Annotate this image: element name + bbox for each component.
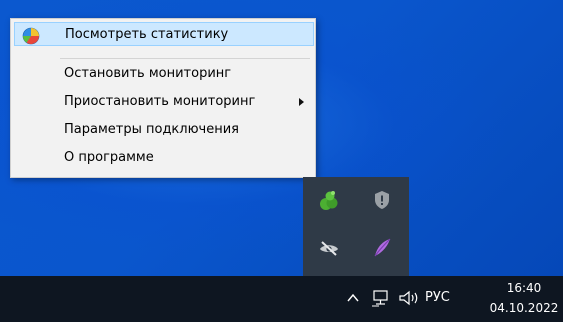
feather-icon[interactable] [370, 236, 394, 260]
pie-chart-icon [22, 27, 40, 45]
network-icon[interactable] [371, 289, 391, 307]
menu-separator [60, 58, 310, 59]
menu-item-about[interactable]: О программе [14, 146, 314, 170]
menu-item-connection-settings[interactable]: Параметры подключения [14, 118, 314, 142]
green-shield-icon[interactable] [317, 188, 341, 212]
language-indicator[interactable]: РУС [425, 290, 450, 305]
chevron-up-icon[interactable] [346, 291, 360, 305]
eye-slash-icon[interactable] [317, 236, 341, 260]
menu-item-pause-monitoring[interactable]: Приостановить мониторинг [14, 90, 314, 114]
volume-icon[interactable] [398, 289, 420, 307]
menu-item-stop-monitoring[interactable]: Остановить мониторинг [14, 62, 314, 86]
gray-shield-icon[interactable] [370, 188, 394, 212]
taskbar: РУС 16:40 04.10.2022 [0, 276, 563, 322]
clock-time[interactable]: 16:40 [489, 281, 559, 295]
menu-item-label: О программе [64, 150, 154, 165]
clock-date[interactable]: 04.10.2022 [489, 301, 559, 315]
menu-item-label: Параметры подключения [64, 122, 239, 137]
context-menu: Посмотреть статистику Остановить монитор… [10, 18, 316, 178]
submenu-arrow-icon [299, 98, 304, 106]
menu-item-view-statistics[interactable]: Посмотреть статистику [14, 22, 314, 46]
menu-item-label: Остановить мониторинг [64, 66, 232, 81]
menu-item-label: Приостановить мониторинг [64, 94, 256, 109]
menu-item-label: Посмотреть статистику [65, 27, 229, 42]
tray-overflow-flyout [303, 177, 409, 276]
